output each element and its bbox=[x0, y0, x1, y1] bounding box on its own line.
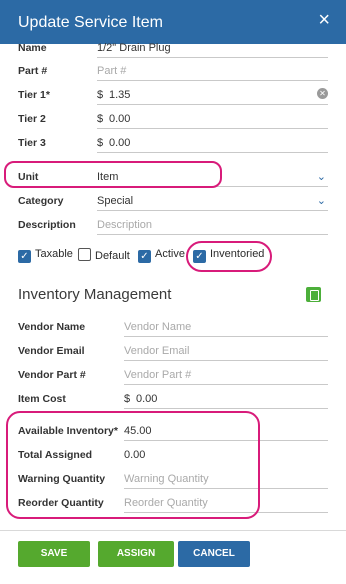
name-row: Name 1/2" Drain Plug bbox=[18, 36, 328, 60]
description-row: Description Description bbox=[18, 213, 328, 237]
check-icon: ✓ bbox=[18, 250, 31, 263]
tier3-input[interactable]: $ 0.00 bbox=[97, 133, 328, 153]
category-value: Special bbox=[97, 195, 134, 207]
part-placeholder: Part # bbox=[97, 65, 127, 77]
name-value: 1/2" Drain Plug bbox=[97, 42, 171, 54]
description-input[interactable]: Description bbox=[97, 215, 328, 235]
chevron-down-icon: ⌄ bbox=[316, 171, 326, 183]
item-cost-value: 0.00 bbox=[136, 393, 158, 405]
tier2-label: Tier 2 bbox=[18, 113, 46, 125]
inventory-quantities-highlight bbox=[6, 411, 260, 519]
tier1-value: 1.35 bbox=[109, 89, 131, 101]
active-label: Active bbox=[155, 248, 185, 260]
tier3-value: 0.00 bbox=[109, 137, 131, 149]
item-cost-label: Item Cost bbox=[18, 393, 66, 405]
vendor-email-input[interactable]: Vendor Email bbox=[124, 341, 328, 361]
inventory-section-title: Inventory Management bbox=[18, 286, 172, 303]
description-label: Description bbox=[18, 219, 76, 231]
dialog-title: Update Service Item bbox=[18, 14, 163, 31]
taxable-checkbox[interactable]: ✓ Taxable bbox=[18, 248, 73, 264]
category-label: Category bbox=[18, 195, 64, 207]
chevron-down-icon: ⌄ bbox=[316, 195, 326, 207]
inventoried-highlight bbox=[186, 241, 272, 272]
tier2-input[interactable]: $ 0.00 bbox=[97, 109, 328, 129]
vendor-email-label: Vendor Email bbox=[18, 345, 85, 357]
vendor-part-label: Vendor Part # bbox=[18, 369, 86, 381]
description-placeholder: Description bbox=[97, 219, 153, 231]
tier3-row: Tier 3 $ 0.00 bbox=[18, 131, 328, 155]
checkbox-group: ✓ Taxable Default ✓ Active ✓ Inventoried bbox=[18, 246, 318, 266]
tier2-currency: $ bbox=[97, 113, 104, 125]
check-icon: ✓ bbox=[138, 250, 151, 263]
cancel-button[interactable]: CANCEL bbox=[178, 541, 250, 567]
clear-icon[interactable]: ✕ bbox=[317, 88, 328, 99]
tier1-row: Tier 1* $ 1.35 ✕ bbox=[18, 83, 328, 107]
taxable-label: Taxable bbox=[35, 248, 73, 260]
item-cost-input[interactable]: $ 0.00 bbox=[124, 389, 328, 409]
save-button[interactable]: SAVE bbox=[18, 541, 90, 567]
tier2-row: Tier 2 $ 0.00 bbox=[18, 107, 328, 131]
tier2-value: 0.00 bbox=[109, 113, 131, 125]
close-icon[interactable]: × bbox=[318, 10, 330, 30]
active-checkbox[interactable]: ✓ Active bbox=[138, 248, 185, 264]
item-cost-row: Item Cost $ 0.00 bbox=[18, 387, 328, 411]
vendor-part-placeholder: Vendor Part # bbox=[124, 369, 192, 381]
category-select[interactable]: Special ⌄ bbox=[97, 191, 328, 211]
vendor-name-row: Vendor Name Vendor Name bbox=[18, 315, 328, 339]
spreadsheet-icon[interactable] bbox=[306, 287, 321, 302]
vendor-email-row: Vendor Email Vendor Email bbox=[18, 339, 328, 363]
vendor-name-input[interactable]: Vendor Name bbox=[124, 317, 328, 337]
tier3-label: Tier 3 bbox=[18, 137, 46, 149]
part-label: Part # bbox=[18, 65, 48, 77]
default-checkbox[interactable]: Default bbox=[78, 248, 130, 264]
unit-highlight bbox=[4, 161, 222, 188]
unchecked-box-icon bbox=[78, 248, 91, 261]
vendor-email-placeholder: Vendor Email bbox=[124, 345, 190, 357]
tier1-input[interactable]: $ 1.35 ✕ bbox=[97, 85, 328, 105]
default-label: Default bbox=[95, 250, 130, 262]
tier1-currency: $ bbox=[97, 89, 104, 101]
tier3-currency: $ bbox=[97, 137, 104, 149]
item-cost-currency: $ bbox=[124, 393, 131, 405]
vendor-part-row: Vendor Part # Vendor Part # bbox=[18, 363, 328, 387]
footer-divider bbox=[0, 530, 346, 531]
vendor-name-label: Vendor Name bbox=[18, 321, 86, 333]
tier1-label: Tier 1* bbox=[18, 89, 50, 101]
name-input[interactable]: 1/2" Drain Plug bbox=[97, 38, 328, 58]
assign-button[interactable]: ASSIGN bbox=[98, 541, 174, 567]
vendor-part-input[interactable]: Vendor Part # bbox=[124, 365, 328, 385]
part-row: Part # Part # bbox=[18, 59, 328, 83]
part-input[interactable]: Part # bbox=[97, 61, 328, 81]
name-label: Name bbox=[18, 42, 47, 54]
category-row: Category Special ⌄ bbox=[18, 189, 328, 213]
vendor-name-placeholder: Vendor Name bbox=[124, 321, 192, 333]
